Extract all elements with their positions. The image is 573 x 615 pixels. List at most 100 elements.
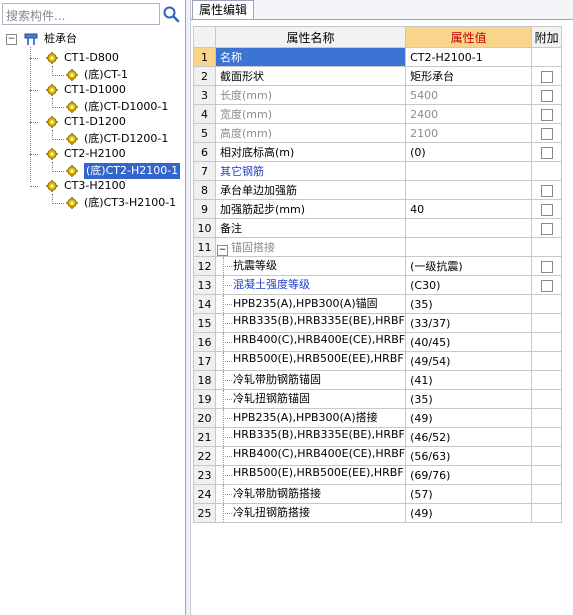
property-name: 承台单边加强筋 [220, 184, 297, 197]
property-row[interactable]: 10 备注 [193, 218, 563, 238]
pile-cap-icon [24, 33, 38, 45]
property-value-cell[interactable]: (41) [405, 370, 533, 390]
property-name-cell: HRB335(B),HRB335E(BE),HRBF [214, 427, 407, 447]
property-row[interactable]: 8 承台单边加强筋 [193, 180, 563, 200]
property-value-cell[interactable]: (57) [405, 484, 533, 504]
property-name-cell: 长度(mm) [214, 85, 407, 105]
attach-cell[interactable] [531, 199, 563, 219]
property-name: HPB235(A),HPB300(A)锚固 [233, 297, 378, 310]
property-row[interactable]: 3 长度(mm) 5400 [193, 85, 563, 105]
minus-expander-icon[interactable]: − [6, 34, 17, 45]
property-value-cell[interactable]: (69/76) [405, 465, 533, 485]
tab-property-edit[interactable]: 属性编辑 [192, 0, 255, 19]
attach-checkbox[interactable] [540, 89, 553, 102]
attach-cell[interactable] [531, 123, 563, 143]
property-row[interactable]: 1 名称 CT2-H2100-1 [193, 47, 563, 67]
attach-checkbox[interactable] [540, 203, 553, 216]
property-row[interactable]: 14 HPB235(A),HPB300(A)锚固 (35) [193, 294, 563, 314]
attach-cell [531, 161, 563, 181]
property-value-cell[interactable]: 2400 [405, 104, 533, 124]
attach-cell[interactable] [531, 104, 563, 124]
tree-item-2[interactable]: CT1-D1200 [64, 114, 126, 130]
property-row[interactable]: 20 HPB235(A),HPB300(A)搭接 (49) [193, 408, 563, 428]
property-row[interactable]: 4 宽度(mm) 2400 [193, 104, 563, 124]
attach-checkbox[interactable] [540, 146, 553, 159]
property-row[interactable]: 5 高度(mm) 2100 [193, 123, 563, 143]
property-value-cell[interactable]: (33/37) [405, 313, 533, 333]
attach-cell[interactable] [531, 256, 563, 276]
property-row[interactable]: 19 冷轧扭钢筋锚固 (35) [193, 389, 563, 409]
property-row[interactable]: 24 冷轧带肋钢筋搭接 (57) [193, 484, 563, 504]
property-value-cell[interactable] [405, 237, 533, 257]
property-value-cell[interactable]: 矩形承台 [405, 66, 533, 86]
property-value-cell[interactable]: (49/54) [405, 351, 533, 371]
attach-checkbox[interactable] [540, 184, 553, 197]
property-value-cell[interactable]: (C30) [405, 275, 533, 295]
property-row[interactable]: 13 混凝土强度等级 (C30) [193, 275, 563, 295]
property-row[interactable]: 7 其它钢筋 [193, 161, 563, 181]
property-name: 相对底标高(m) [220, 146, 295, 159]
property-row[interactable]: 22 HRB400(C),HRB400E(CE),HRBF (56/63) [193, 446, 563, 466]
property-row[interactable]: 21 HRB335(B),HRB335E(BE),HRBF (46/52) [193, 427, 563, 447]
collapse-group-icon[interactable]: − [217, 244, 228, 256]
property-row[interactable]: 2 截面形状 矩形承台 [193, 66, 563, 86]
property-value-cell[interactable]: CT2-H2100-1 [405, 47, 533, 67]
attach-cell[interactable] [531, 180, 563, 200]
attach-checkbox[interactable] [540, 127, 553, 140]
property-value-cell[interactable] [405, 180, 533, 200]
tree-item-0[interactable]: CT1-D800 [64, 50, 119, 66]
property-name: HRB400(C),HRB400E(CE),HRBF [233, 333, 406, 347]
tree-child-3[interactable]: (底)CT2-H2100-1 [84, 163, 181, 179]
property-value-cell[interactable] [405, 218, 533, 238]
property-value-cell[interactable]: (40/45) [405, 332, 533, 352]
attach-cell[interactable] [531, 85, 563, 105]
property-row[interactable]: 16 HRB400(C),HRB400E(CE),HRBF (40/45) [193, 332, 563, 352]
property-row[interactable]: 17 HRB500(E),HRB500E(EE),HRBF (49/54) [193, 351, 563, 371]
property-value-cell[interactable]: (35) [405, 389, 533, 409]
attach-checkbox[interactable] [540, 260, 553, 273]
property-row[interactable]: 6 相对底标高(m) (0) [193, 142, 563, 162]
property-row[interactable]: 18 冷轧带肋钢筋锚固 (41) [193, 370, 563, 390]
attach-cell [531, 294, 563, 314]
attach-cell[interactable] [531, 66, 563, 86]
attach-cell[interactable] [531, 275, 563, 295]
property-row[interactable]: 23 HRB500(E),HRB500E(EE),HRBF (69/76) [193, 465, 563, 485]
property-value-cell[interactable]: (一级抗震) [405, 256, 533, 276]
search-button[interactable] [161, 4, 181, 24]
property-row[interactable]: 15 HRB335(B),HRB335E(BE),HRBF (33/37) [193, 313, 563, 333]
property-row[interactable]: 11− 锚固搭接 [193, 237, 563, 257]
property-row[interactable]: 9 加强筋起步(mm) 40 [193, 199, 563, 219]
property-value-cell[interactable]: (35) [405, 294, 533, 314]
attach-cell[interactable] [531, 142, 563, 162]
property-value-cell[interactable]: (46/52) [405, 427, 533, 447]
search-placeholder: 搜索构件... [6, 9, 66, 23]
search-input[interactable]: 搜索构件... [2, 3, 160, 25]
tree-item-4[interactable]: CT3-H2100 [64, 178, 126, 194]
property-value-cell[interactable] [405, 161, 533, 181]
tree-root[interactable]: 桩承台 [44, 31, 77, 47]
property-value-cell[interactable]: (56/63) [405, 446, 533, 466]
tree-child-2[interactable]: (底)CT-D1200-1 [84, 131, 168, 147]
tree-child-label: (底)CT-1 [84, 68, 128, 81]
property-value-cell[interactable]: 5400 [405, 85, 533, 105]
tree-child-1[interactable]: (底)CT-D1000-1 [84, 99, 168, 115]
attach-checkbox[interactable] [540, 108, 553, 121]
attach-checkbox[interactable] [540, 279, 553, 292]
row-number: 18 [193, 370, 216, 390]
attach-checkbox[interactable] [540, 222, 553, 235]
column-header-attach: 附加 [531, 26, 563, 48]
property-value-cell[interactable]: 40 [405, 199, 533, 219]
attach-checkbox[interactable] [540, 70, 553, 83]
tree-child-4[interactable]: (底)CT3-H2100-1 [84, 195, 176, 211]
property-value-cell[interactable]: (49) [405, 408, 533, 428]
property-row[interactable]: 25 冷轧扭钢筋搭接 (49) [193, 503, 563, 523]
tree-item-label: CT1-D800 [64, 51, 119, 64]
tree-child-0[interactable]: (底)CT-1 [84, 67, 128, 83]
property-row[interactable]: 12 抗震等级 (一级抗震) [193, 256, 563, 276]
attach-cell[interactable] [531, 218, 563, 238]
property-value-cell[interactable]: (0) [405, 142, 533, 162]
tree-item-1[interactable]: CT1-D1000 [64, 82, 126, 98]
property-value-cell[interactable]: (49) [405, 503, 533, 523]
property-value-cell[interactable]: 2100 [405, 123, 533, 143]
tree-item-3[interactable]: CT2-H2100 [64, 146, 126, 162]
